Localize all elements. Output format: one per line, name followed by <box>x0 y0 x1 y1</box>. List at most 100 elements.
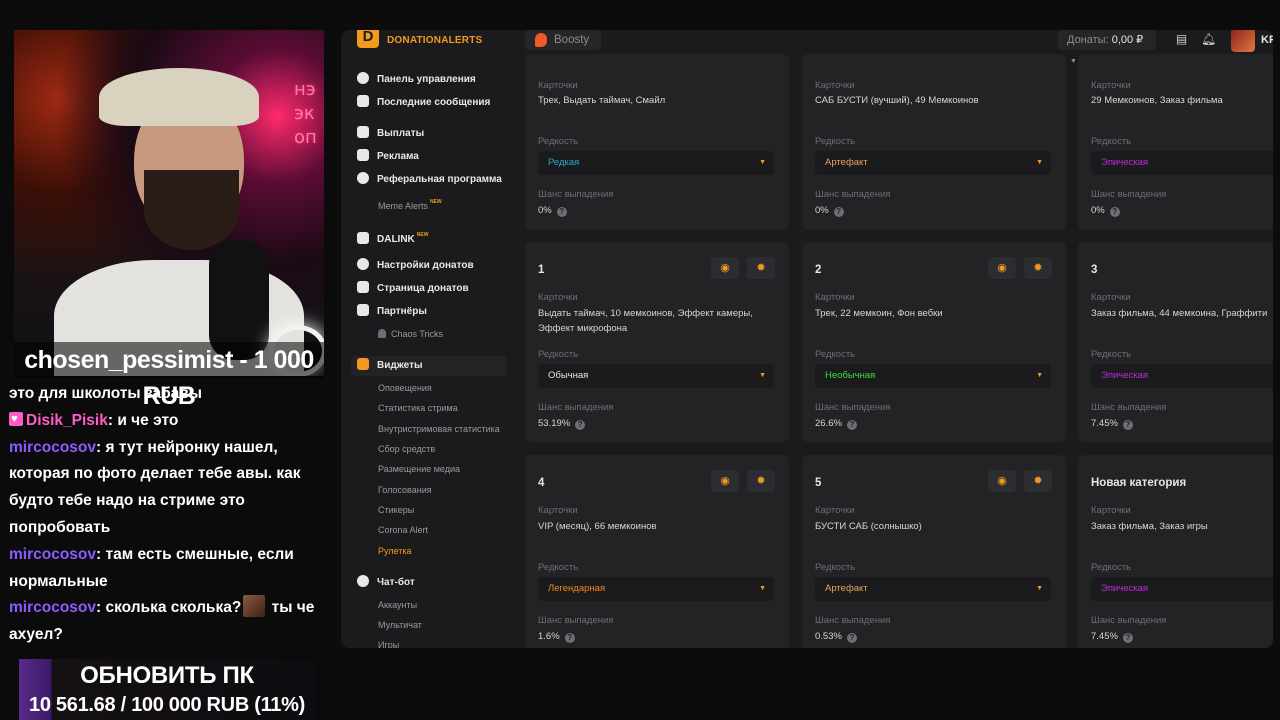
sidebar-item-label: Партнёры <box>377 306 427 317</box>
sidebar: Панель управления Последние сообщения Вы… <box>341 68 513 648</box>
question-icon[interactable]: ? <box>564 633 575 643</box>
rarity-select[interactable]: Необычная ▼ <box>815 364 1051 388</box>
emote-icon <box>243 595 266 618</box>
rarity-value: Обычная <box>548 370 589 381</box>
sidebar-item-donation-settings[interactable]: Настройки донатов <box>357 256 474 276</box>
sidebar-item-referral[interactable]: Реферальная программа <box>357 170 502 190</box>
chevron-down-icon: ▼ <box>759 159 766 166</box>
sidebar-item-corona-alert[interactable]: Corona Alert <box>378 522 428 538</box>
sidebar-item-roulette[interactable]: Рулетка <box>378 543 412 559</box>
donation-banner: chosen_pessimist - 1 000 RUB <box>14 342 324 410</box>
question-icon[interactable]: ? <box>1122 633 1133 643</box>
chat-nick: mircocosov <box>9 599 97 617</box>
gear-icon[interactable]: ✹ <box>747 257 775 279</box>
sidebar-item-polls[interactable]: Голосования <box>378 482 432 498</box>
question-icon[interactable]: ? <box>575 420 586 430</box>
sidebar-item-label: Выплаты <box>377 128 425 139</box>
sidebar-item-label: Meme Alerts <box>378 201 429 211</box>
donations-label: Донаты: <box>1067 34 1109 46</box>
sidebar-item-accounts[interactable]: Аккаунты <box>378 597 417 613</box>
chance-label: Шанс выпадения <box>1091 189 1167 200</box>
sidebar-item-ads[interactable]: Реклама <box>357 147 419 167</box>
chance-value: 0.53%? <box>815 631 857 643</box>
sidebar-item-partners[interactable]: Партнёры <box>357 302 427 322</box>
roulette-card: Карточки Трек, Выдать таймач, Смайл Редк… <box>525 54 789 230</box>
question-icon[interactable]: ? <box>833 207 844 217</box>
gear-icon[interactable]: ✹ <box>1024 470 1052 492</box>
sidebar-item-games[interactable]: Игры <box>378 637 399 648</box>
sidebar-item-stickers[interactable]: Стикеры <box>378 502 414 518</box>
bell-icon[interactable]: 🔔︎ <box>1201 33 1216 46</box>
sidebar-item-label: Реклама <box>377 151 419 162</box>
brand-name[interactable]: DONATIONALERTS <box>387 35 482 46</box>
card-title: Новая категория <box>1091 477 1187 489</box>
rarity-select[interactable]: Легендарная ▼ <box>538 577 774 601</box>
list-icon[interactable]: ▤ <box>1175 33 1188 46</box>
rarity-select[interactable]: Обычная ▼ <box>538 364 774 388</box>
cards-label: Карточки <box>1091 292 1131 303</box>
sidebar-item-messages[interactable]: Последние сообщения <box>357 93 490 113</box>
question-icon[interactable]: ? <box>1109 207 1120 217</box>
wallet-icon <box>357 126 369 138</box>
question-icon[interactable]: ? <box>556 207 567 217</box>
rarity-label: Редкость <box>538 562 579 573</box>
rarity-select[interactable]: Эпическая▼ <box>1091 577 1273 601</box>
user-name[interactable]: KP <box>1261 34 1273 46</box>
chance-value: 0%? <box>538 205 567 217</box>
chat-message: mircocosov: я тут нейронку нашел, котора… <box>9 438 301 536</box>
chevron-down-icon: ▼ <box>1036 159 1043 166</box>
eye-icon[interactable]: ◉ <box>711 257 739 279</box>
sidebar-item-chatbot[interactable]: Чат-бот <box>357 573 415 593</box>
rarity-label: Редкость <box>1091 562 1132 573</box>
rarity-select[interactable]: Редкая ▼ <box>538 151 774 175</box>
gear-icon[interactable]: ✹ <box>747 470 775 492</box>
donations-balance-dropdown[interactable]: Донаты: 0,00 ₽ ▼ <box>1058 30 1156 65</box>
question-icon[interactable]: ? <box>1122 420 1133 430</box>
page-icon <box>357 281 369 293</box>
ads-icon <box>357 149 369 161</box>
chance-percent: 0.53% <box>815 631 842 642</box>
rarity-value: Необычная <box>825 370 876 381</box>
sidebar-item-chaos-tricks[interactable]: Chaos Tricks <box>378 326 443 342</box>
rarity-select[interactable]: Артефакт ▼ <box>815 151 1051 175</box>
donationalerts-logo-icon[interactable]: D <box>357 30 379 48</box>
eye-icon[interactable]: ◉ <box>988 470 1016 492</box>
question-icon[interactable]: ? <box>846 420 857 430</box>
eye-icon[interactable]: ◉ <box>711 470 739 492</box>
chat-text: сколька сколька? <box>101 599 242 617</box>
roulette-card: 5 ◉ ✹ Карточки БУСТИ САБ (солнышко) Редк… <box>802 455 1066 648</box>
sidebar-item-stream-stats[interactable]: Статистика стрима <box>378 400 458 416</box>
avatar[interactable] <box>1231 30 1255 52</box>
sidebar-item-multichat[interactable]: Мультичат <box>378 617 422 633</box>
sidebar-item-media[interactable]: Размещение медиа <box>378 461 460 477</box>
boosty-button[interactable]: Boosty <box>525 30 601 50</box>
sidebar-item-payouts[interactable]: Выплаты <box>357 124 424 144</box>
roulette-card: 1 ◉ ✹ Карточки Выдать таймач, 10 мемкоин… <box>525 242 789 442</box>
sidebar-item-fundraising[interactable]: Сбор средств <box>378 441 435 457</box>
sidebar-item-instream-stats[interactable]: Внутристримовая статистика <box>378 421 500 437</box>
sidebar-item-dashboard[interactable]: Панель управления <box>357 70 476 90</box>
question-icon[interactable]: ? <box>846 633 857 643</box>
cards-value: VIP (месяц), 66 мемкоинов <box>538 521 657 532</box>
donation-goal: ОБНОВИТЬ ПК 10 561.68 / 100 000 RUB (11%… <box>19 659 315 720</box>
rarity-label: Редкость <box>1091 136 1132 147</box>
cards-label: Карточки <box>815 80 855 91</box>
eye-icon[interactable]: ◉ <box>988 257 1016 279</box>
sidebar-item-dalink[interactable]: DALINK NEW <box>357 225 428 245</box>
chance-value: 7.45%? <box>1091 631 1133 643</box>
sidebar-item-meme-alerts[interactable]: Meme Alerts NEW <box>378 194 442 211</box>
rarity-label: Редкость <box>538 136 579 147</box>
rarity-select[interactable]: Эпическая▼ <box>1091 364 1273 388</box>
rarity-select[interactable]: Артефакт ▼ <box>815 577 1051 601</box>
sidebar-item-donation-page[interactable]: Страница донатов <box>357 279 469 299</box>
gear-icon[interactable]: ✹ <box>1024 257 1052 279</box>
cards-label: Карточки <box>815 292 855 303</box>
rarity-select[interactable]: Эпическая▼ <box>1091 151 1273 175</box>
chance-percent: 1.6% <box>538 631 560 642</box>
sidebar-item-alerts[interactable]: Оповещения <box>378 380 432 396</box>
chevron-down-icon: ▼ <box>1070 58 1077 65</box>
chance-percent: 7.45% <box>1091 418 1118 429</box>
widgets-icon <box>357 358 369 370</box>
goal-progress: 10 561.68 / 100 000 RUB (11%) <box>29 694 305 716</box>
sidebar-item-widgets[interactable]: Виджеты <box>351 356 507 376</box>
